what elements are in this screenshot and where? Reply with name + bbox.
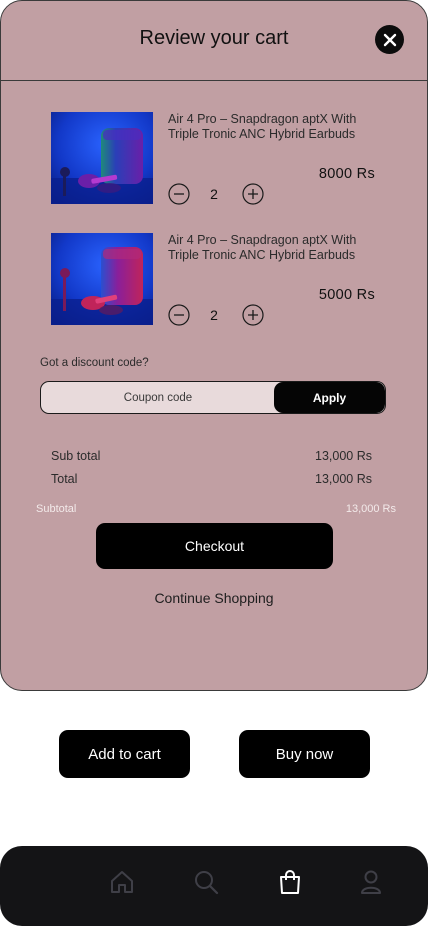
discount-label: Got a discount code? — [40, 357, 149, 369]
sub-total-row: Sub total 13,000 Rs — [51, 449, 372, 463]
nav-item-search[interactable] — [192, 868, 220, 896]
minus-icon — [168, 183, 190, 205]
cart-header: Review your cart — [1, 1, 427, 81]
user-icon — [361, 870, 381, 894]
product-price: 5000 Rs — [318, 287, 375, 303]
quantity-value: 2 — [210, 307, 218, 323]
subtotal-label: Subtotal — [36, 503, 77, 515]
product-name: Air 4 Pro – Snapdragon aptX With Triple … — [168, 112, 357, 141]
decrease-quantity-button[interactable] — [168, 304, 190, 326]
nav-item-home[interactable] — [108, 868, 136, 896]
cart-item: Air 4 Pro – Snapdragon aptX With Triple … — [51, 233, 391, 326]
decrease-quantity-button[interactable] — [168, 183, 190, 205]
cart-sheet: Review your cart Air 4 Pro – Snapdragon … — [0, 0, 428, 691]
plus-icon — [242, 304, 264, 326]
coupon-box: Apply — [40, 381, 386, 414]
add-to-cart-button[interactable]: Add to cart — [59, 730, 190, 778]
buy-now-button[interactable]: Buy now — [239, 730, 370, 778]
quantity-value: 2 — [210, 186, 218, 202]
increase-quantity-button[interactable] — [242, 183, 264, 205]
plus-icon — [242, 183, 264, 205]
coupon-code-input[interactable] — [41, 382, 275, 413]
bottom-nav — [0, 846, 428, 926]
total-value: 13,000 Rs — [315, 472, 372, 486]
product-image — [51, 233, 153, 325]
cart-title: Review your cart — [139, 27, 289, 49]
sub-total-label: Sub total — [51, 449, 101, 463]
product-price: 8000 Rs — [318, 166, 375, 182]
quantity-stepper: 2 — [168, 304, 268, 326]
continue-shopping-link[interactable]: Continue Shopping — [1, 590, 427, 606]
subtotal-value: 13,000 Rs — [345, 503, 396, 515]
home-icon — [111, 871, 133, 893]
subtotal-row: Subtotal 13,000 Rs — [36, 503, 396, 515]
cart-item: Air 4 Pro – Snapdragon aptX With Triple … — [51, 112, 391, 205]
apply-coupon-button[interactable]: Apply — [274, 382, 385, 413]
bag-icon — [280, 870, 300, 894]
close-icon — [383, 33, 396, 46]
product-name: Air 4 Pro – Snapdragon aptX With Triple … — [168, 233, 357, 262]
total-label: Total — [51, 472, 78, 486]
product-image — [51, 112, 153, 204]
minus-icon — [168, 304, 190, 326]
nav-item-profile[interactable] — [357, 868, 385, 896]
sub-total-value: 13,000 Rs — [315, 449, 372, 463]
quantity-stepper: 2 — [168, 183, 268, 205]
close-button[interactable] — [375, 25, 404, 54]
increase-quantity-button[interactable] — [242, 304, 264, 326]
checkout-button[interactable]: Checkout — [96, 523, 333, 569]
total-row: Total 13,000 Rs — [51, 472, 372, 486]
nav-item-cart[interactable] — [276, 868, 304, 896]
search-icon — [195, 871, 219, 895]
